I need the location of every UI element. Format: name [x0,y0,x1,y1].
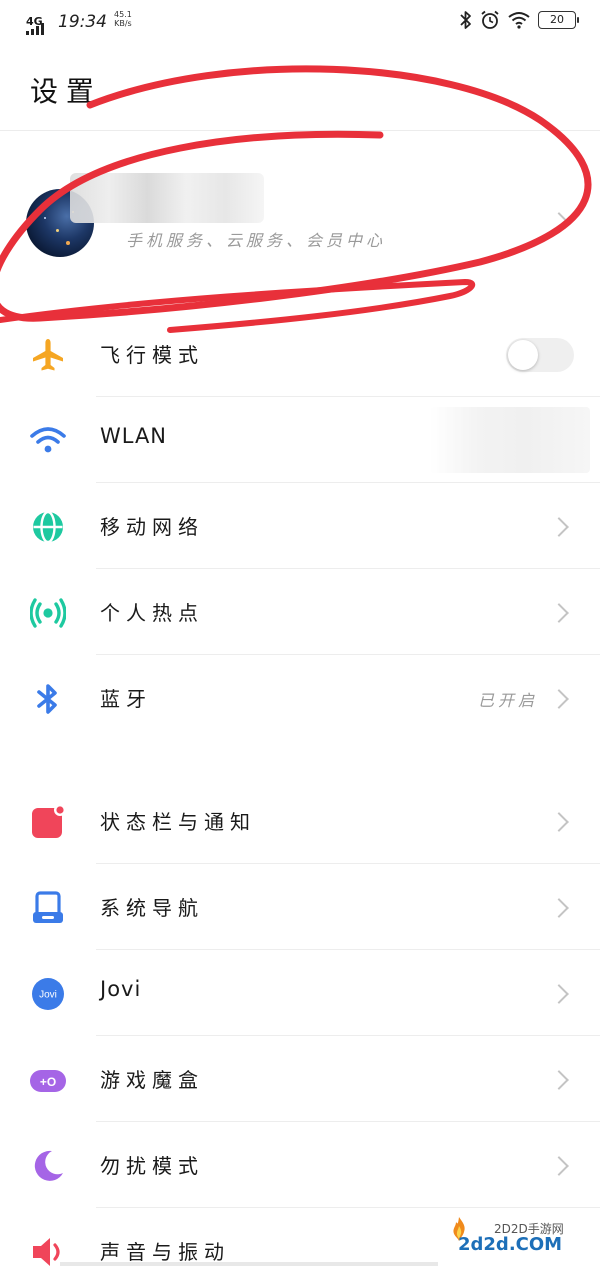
game-box-icon-text: +O [40,1075,56,1089]
account-subtitle: 手机服务、云服务、会员中心 [126,231,387,250]
row-label: Jovi [100,977,142,1001]
row-label: 移动网络 [100,515,204,539]
jovi-icon-text: Jovi [39,990,57,1001]
row-label: 蓝牙 [100,687,152,711]
signal-icon [26,23,44,35]
row-label: 个人热点 [100,601,204,625]
globe-icon [33,510,63,544]
bluetooth-icon [460,11,471,29]
bluetooth-status: 已开启 [477,691,538,710]
wifi-icon [508,12,530,29]
row-label: 游戏魔盒 [100,1068,204,1092]
airplane-mode-toggle[interactable] [506,338,574,372]
wifi-icon [30,427,66,453]
chevron-right-icon [549,603,569,623]
navigation-icon [33,891,63,923]
hotspot-icon [30,598,66,628]
speed-unit: KB/s [114,19,132,28]
alarm-icon [481,10,499,29]
row-label: 勿扰模式 [100,1154,204,1178]
row-hotspot[interactable]: 个人热点 [0,569,600,655]
row-system-navigation[interactable]: 系统导航 [0,864,600,950]
row-label: 系统导航 [100,896,204,920]
jovi-icon: Jovi [32,978,64,1010]
page-title: 设置 [30,75,103,108]
wlan-network-redacted [430,407,590,473]
speed-value: 45.1 [114,10,132,19]
chevron-right-icon [549,1070,569,1090]
bluetooth-icon [37,684,57,714]
row-wlan[interactable]: WLAN [0,397,600,483]
row-label: 状态栏与通知 [100,810,256,834]
chevron-right-icon [549,898,569,918]
chevron-right-icon [549,812,569,832]
row-airplane-mode[interactable]: 飞行模式 [0,311,600,397]
account-card[interactable]: 手机服务、云服务、会员中心 [0,131,600,311]
chevron-right-icon [549,212,569,232]
row-label: WLAN [100,424,168,448]
toggle-knob [508,340,538,370]
scroll-fade [60,1262,440,1266]
row-do-not-disturb[interactable]: 勿扰模式 [0,1122,600,1208]
signal-indicator: 4G [26,10,54,35]
moon-icon [34,1150,63,1181]
account-name-redacted [70,173,264,223]
status-bar: 4G 19:34 45.1 KB/s 20 [0,0,600,46]
row-status-bar-notifications[interactable]: 状态栏与通知 [0,778,600,864]
row-jovi[interactable]: Jovi Jovi [0,950,600,1036]
row-mobile-network[interactable]: 移动网络 [0,483,600,569]
watermark-url: 2d2d.COM [458,1234,563,1255]
network-speed: 45.1 KB/s [114,10,132,28]
notification-icon [32,804,66,838]
section-gap [0,740,600,772]
row-label: 飞行模式 [100,343,204,367]
chevron-right-icon [549,689,569,709]
chevron-right-icon [549,1156,569,1176]
clock: 19:34 [58,12,107,32]
airplane-icon [33,339,63,371]
battery-icon: 20 [538,11,579,29]
chevron-right-icon [549,984,569,1004]
row-bluetooth[interactable]: 蓝牙 已开启 [0,655,600,741]
row-label: 声音与振动 [100,1240,230,1264]
row-game-box[interactable]: +O 游戏魔盒 [0,1036,600,1122]
game-box-icon: +O [30,1070,66,1092]
watermark: 2D2D手游网 2d2d.COM [438,1208,600,1266]
chevron-right-icon [549,517,569,537]
